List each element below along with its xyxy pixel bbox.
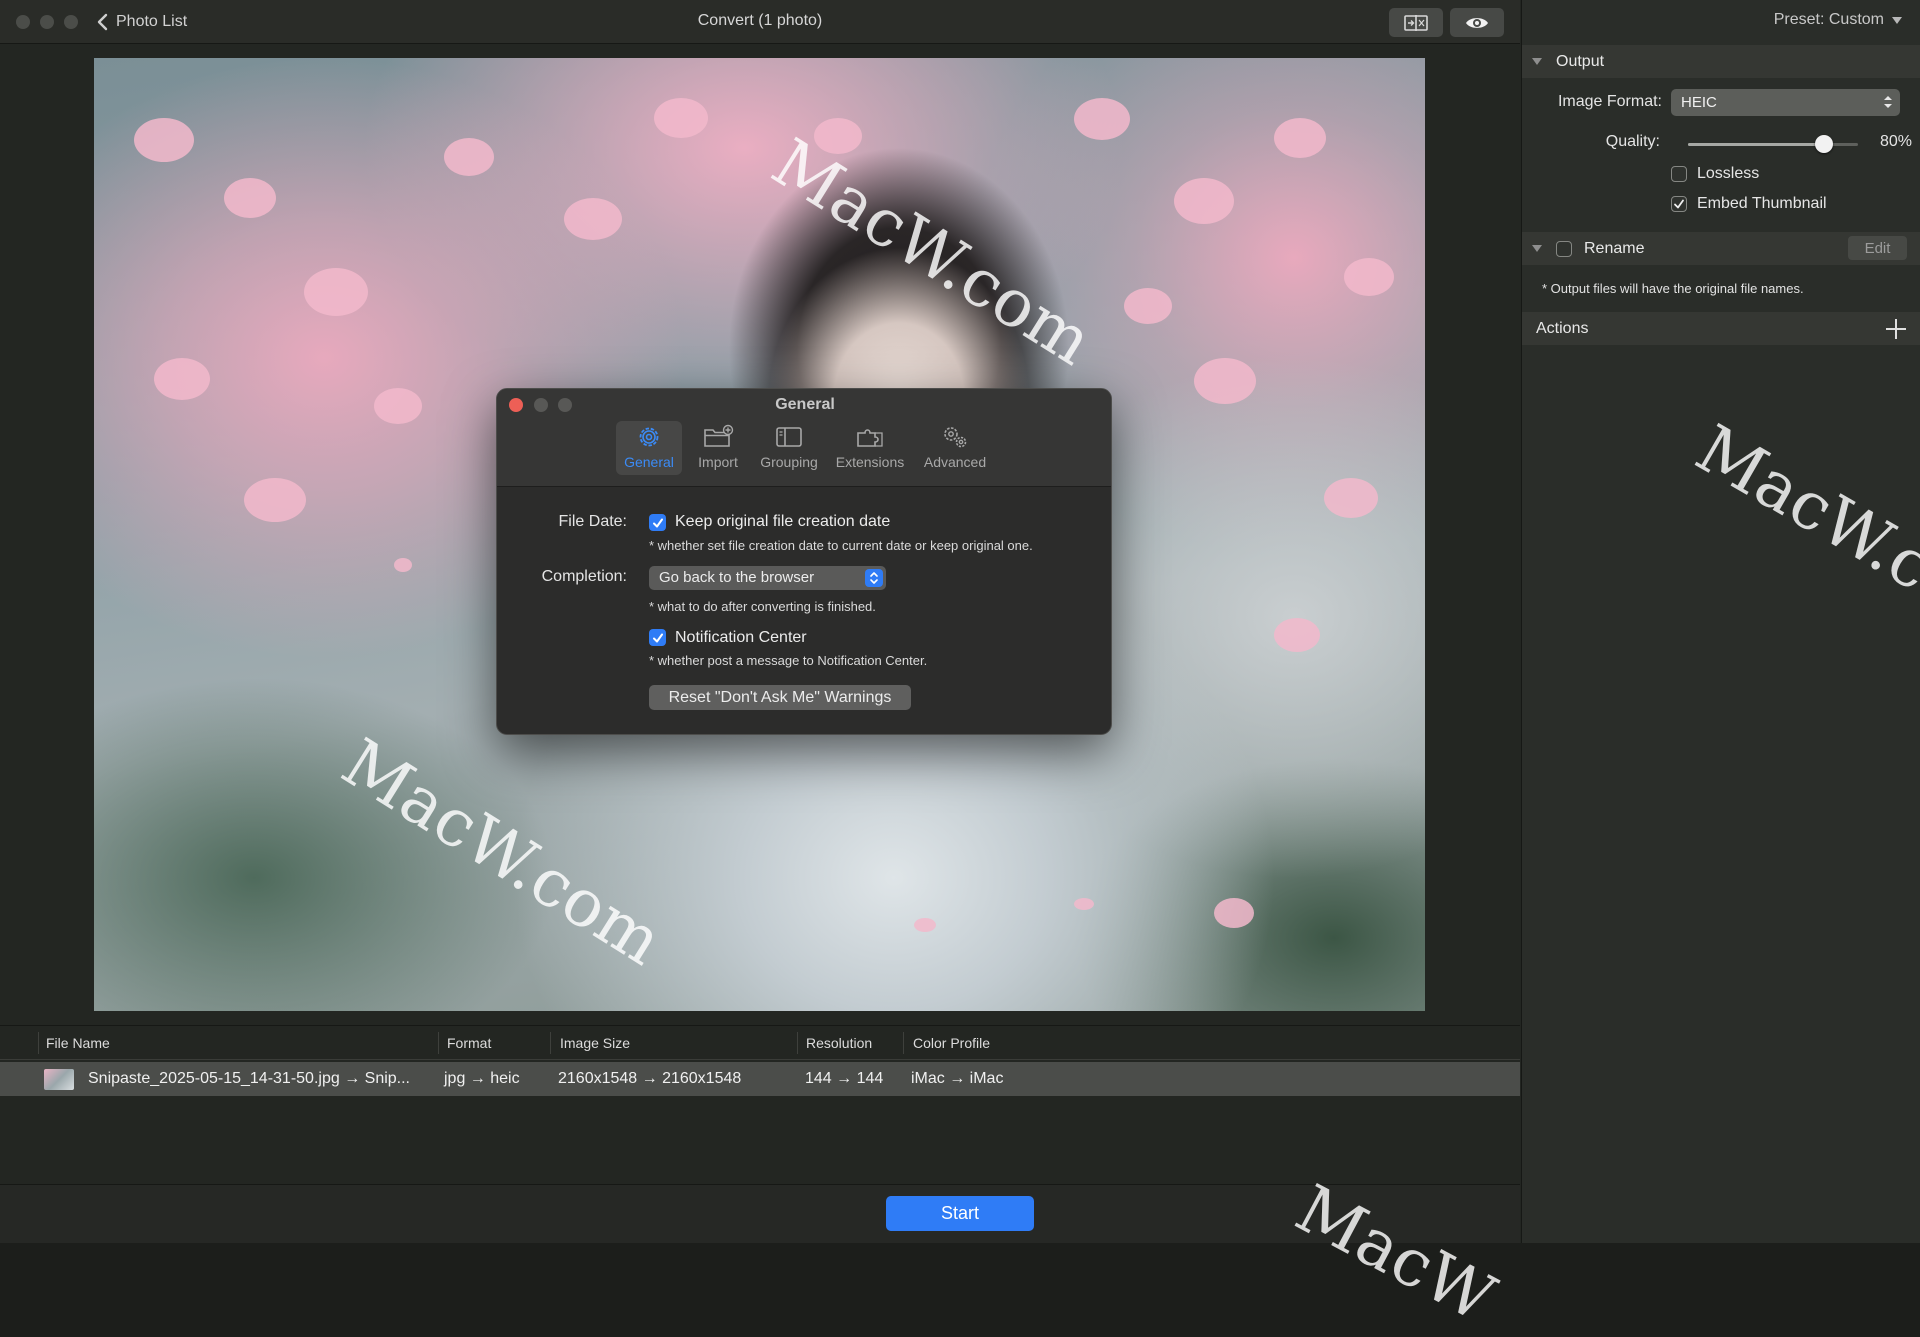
tab-advanced-label: Advanced: [924, 454, 986, 470]
completion-select[interactable]: Go back to the browser: [649, 566, 886, 590]
gears-icon: [939, 424, 971, 450]
output-header-label: Output: [1556, 53, 1604, 71]
checkmark-icon: [1673, 198, 1685, 210]
eye-icon: [1465, 15, 1489, 31]
checkmark-icon: [652, 632, 664, 644]
quality-slider-knob[interactable]: [1815, 135, 1833, 153]
checkmark-icon: [652, 517, 664, 529]
keep-creation-date-checkbox[interactable]: [649, 514, 666, 531]
preview-toggle-button[interactable]: [1450, 8, 1504, 37]
rename-note: * Output files will have the original fi…: [1542, 281, 1804, 296]
titlebar: Photo List Convert (1 photo): [0, 0, 1520, 44]
column-format[interactable]: Format: [447, 1035, 491, 1051]
notification-center-label: Notification Center: [675, 629, 807, 647]
select-updown-icon: [1884, 95, 1892, 109]
lossless-checkbox[interactable]: [1671, 166, 1687, 182]
cell-color-profile: iMac → iMac: [911, 1070, 1003, 1088]
tab-import[interactable]: Import: [687, 421, 749, 475]
photo-thumbnail: [44, 1069, 74, 1090]
dialog-title: General: [497, 396, 1112, 414]
image-format-value: HEIC: [1681, 94, 1717, 111]
file-list: File Name Format Image Size Resolution C…: [0, 1025, 1520, 1185]
back-to-photo-list-button[interactable]: Photo List: [96, 10, 187, 34]
preset-menu[interactable]: Preset: Custom: [1774, 11, 1902, 29]
column-image-size[interactable]: Image Size: [560, 1035, 630, 1051]
cell-image-size: 2160x1548 → 2160x1548: [558, 1070, 741, 1088]
column-resolution[interactable]: Resolution: [806, 1035, 872, 1051]
file-date-label: File Date:: [497, 513, 627, 531]
quality-value: 80%: [1852, 133, 1912, 151]
column-color-profile[interactable]: Color Profile: [913, 1035, 990, 1051]
file-date-note: * whether set file creation date to curr…: [649, 538, 1033, 553]
completion-label: Completion:: [497, 568, 627, 586]
output-section-header[interactable]: Output: [1522, 45, 1920, 78]
plus-icon: [1884, 317, 1908, 341]
file-list-header: File Name Format Image Size Resolution C…: [0, 1026, 1520, 1060]
window-title: Convert (1 photo): [560, 12, 960, 30]
completion-value: Go back to the browser: [659, 569, 814, 586]
tab-general-label: General: [624, 454, 674, 470]
cell-file-name: Snipaste_2025-05-15_14-31-50.jpg → Snip.…: [88, 1070, 410, 1088]
quality-label: Quality:: [1522, 133, 1660, 151]
minimize-window-button[interactable]: [40, 15, 54, 29]
disclosure-triangle-icon: [1532, 245, 1542, 252]
cell-format: jpg → heic: [444, 1070, 520, 1088]
compare-button[interactable]: [1389, 8, 1443, 37]
notification-note: * whether post a message to Notification…: [649, 653, 927, 668]
tab-extensions[interactable]: Extensions: [829, 421, 911, 475]
keep-creation-date-label: Keep original file creation date: [675, 513, 890, 531]
compare-icon: [1404, 15, 1428, 31]
watermark-right: MacW.c: [1684, 410, 1920, 606]
sidebar-panel-icon: [773, 424, 805, 450]
table-row[interactable]: Snipaste_2025-05-15_14-31-50.jpg → Snip.…: [0, 1062, 1520, 1096]
back-label: Photo List: [116, 13, 187, 31]
app-window: Photo List Convert (1 photo): [0, 0, 1920, 1243]
preset-label: Preset: Custom: [1774, 11, 1884, 29]
dialog-toolbar: General General Import Grouping Extensio…: [497, 389, 1112, 487]
puzzle-icon: [854, 424, 886, 450]
quality-slider-fill: [1688, 143, 1824, 146]
image-format-select[interactable]: HEIC: [1671, 89, 1900, 116]
rename-section-header[interactable]: Rename Edit: [1522, 232, 1920, 265]
embed-thumbnail-checkbox[interactable]: [1671, 196, 1687, 212]
actions-section-header: Actions: [1522, 312, 1920, 345]
triangle-down-icon: [1892, 17, 1902, 24]
image-format-label: Image Format:: [1522, 93, 1662, 111]
embed-thumbnail-label: Embed Thumbnail: [1697, 195, 1827, 213]
tab-grouping-label: Grouping: [760, 454, 818, 470]
start-button[interactable]: Start: [886, 1196, 1034, 1231]
column-file-name[interactable]: File Name: [46, 1035, 110, 1051]
tab-import-label: Import: [698, 454, 738, 470]
tab-grouping[interactable]: Grouping: [755, 421, 823, 475]
select-stepper-icon: [865, 569, 883, 587]
completion-note: * what to do after converting is finishe…: [649, 599, 876, 614]
general-preferences-dialog: General General Import Grouping Extensio…: [496, 388, 1112, 735]
notification-center-checkbox[interactable]: [649, 629, 666, 646]
folder-plus-icon: [702, 424, 734, 450]
zoom-window-button[interactable]: [64, 15, 78, 29]
add-action-button[interactable]: [1884, 317, 1908, 341]
cell-resolution: 144 → 144: [805, 1070, 883, 1088]
gear-icon: [633, 424, 665, 450]
quality-slider[interactable]: [1688, 143, 1858, 146]
chevron-left-icon: [96, 13, 108, 31]
tab-extensions-label: Extensions: [836, 454, 904, 470]
lossless-label: Lossless: [1697, 165, 1759, 183]
settings-sidebar: Preset: Custom Output Image Format: HEIC…: [1521, 0, 1920, 1243]
actions-header-label: Actions: [1536, 320, 1588, 338]
rename-edit-button[interactable]: Edit: [1848, 236, 1907, 260]
rename-header-label: Rename: [1584, 240, 1644, 258]
disclosure-triangle-icon: [1532, 58, 1542, 65]
bottom-bar: Start: [0, 1184, 1520, 1243]
tab-advanced[interactable]: Advanced: [917, 421, 993, 475]
rename-checkbox[interactable]: [1556, 241, 1572, 257]
close-window-button[interactable]: [16, 15, 30, 29]
reset-warnings-button[interactable]: Reset "Don't Ask Me" Warnings: [649, 685, 911, 710]
tab-general[interactable]: General: [616, 421, 682, 475]
